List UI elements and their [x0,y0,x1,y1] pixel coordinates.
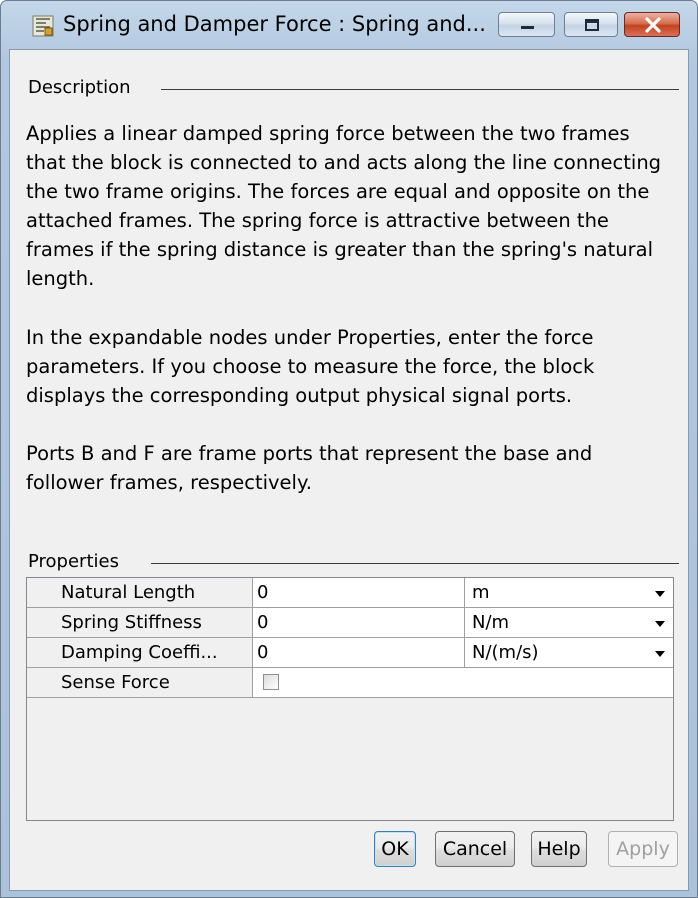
sense-force-cell [257,668,673,697]
properties-table: Natural Length 0 m Spring Stiffness 0 N/… [26,577,674,821]
chevron-down-icon [655,591,665,597]
natural-length-value-input[interactable]: 0 [257,578,463,607]
title-bar[interactable]: Spring and Damper Force : Spring and... [1,1,697,49]
help-button[interactable]: Help [531,831,587,867]
natural-length-unit-select[interactable]: m [464,578,673,607]
description-divider [161,89,679,90]
property-name: Natural Length [27,578,253,607]
properties-divider [151,563,679,564]
description-text: Applies a linear damped spring force bet… [26,119,666,497]
damping-coefficient-unit-select[interactable]: N/(m/s) [464,638,673,667]
property-name: Spring Stiffness [27,608,253,637]
minimize-icon [521,26,534,29]
chevron-down-icon [655,621,665,627]
apply-button[interactable]: Apply [608,831,678,867]
table-row: Sense Force [27,668,673,698]
description-group-label: Description [28,77,137,98]
unit-label: m [472,582,490,603]
unit-label: N/m [472,612,510,633]
description-paragraph-1: Applies a linear damped spring force bet… [26,122,662,291]
unit-label: N/(m/s) [472,642,539,663]
simscape-block-icon [32,15,54,37]
spring-stiffness-value-input[interactable]: 0 [257,608,463,637]
ok-button[interactable]: OK [374,831,416,867]
damping-coefficient-value-input[interactable]: 0 [257,638,463,667]
window-title: Spring and Damper Force : Spring and... [63,12,486,36]
maximize-icon [585,19,599,31]
chevron-down-icon [655,651,665,657]
close-button[interactable] [624,12,680,37]
table-row: Damping Coeffi... 0 N/(m/s) [27,638,673,668]
properties-group-label: Properties [28,551,125,572]
description-paragraph-2: In the expandable nodes under Properties… [26,325,595,407]
property-name: Damping Coeffi... [27,638,253,667]
maximize-button[interactable] [564,12,618,37]
minimize-button[interactable] [498,12,555,37]
spring-stiffness-unit-select[interactable]: N/m [464,608,673,637]
dialog-window: Spring and Damper Force : Spring and... … [0,0,698,898]
property-name: Sense Force [27,668,253,697]
table-row: Natural Length 0 m [27,578,673,608]
sense-force-checkbox[interactable] [263,674,279,690]
table-row: Spring Stiffness 0 N/m [27,608,673,638]
close-icon [645,17,661,33]
description-paragraph-3: Ports B and F are frame ports that repre… [26,441,593,494]
cancel-button[interactable]: Cancel [435,831,515,867]
